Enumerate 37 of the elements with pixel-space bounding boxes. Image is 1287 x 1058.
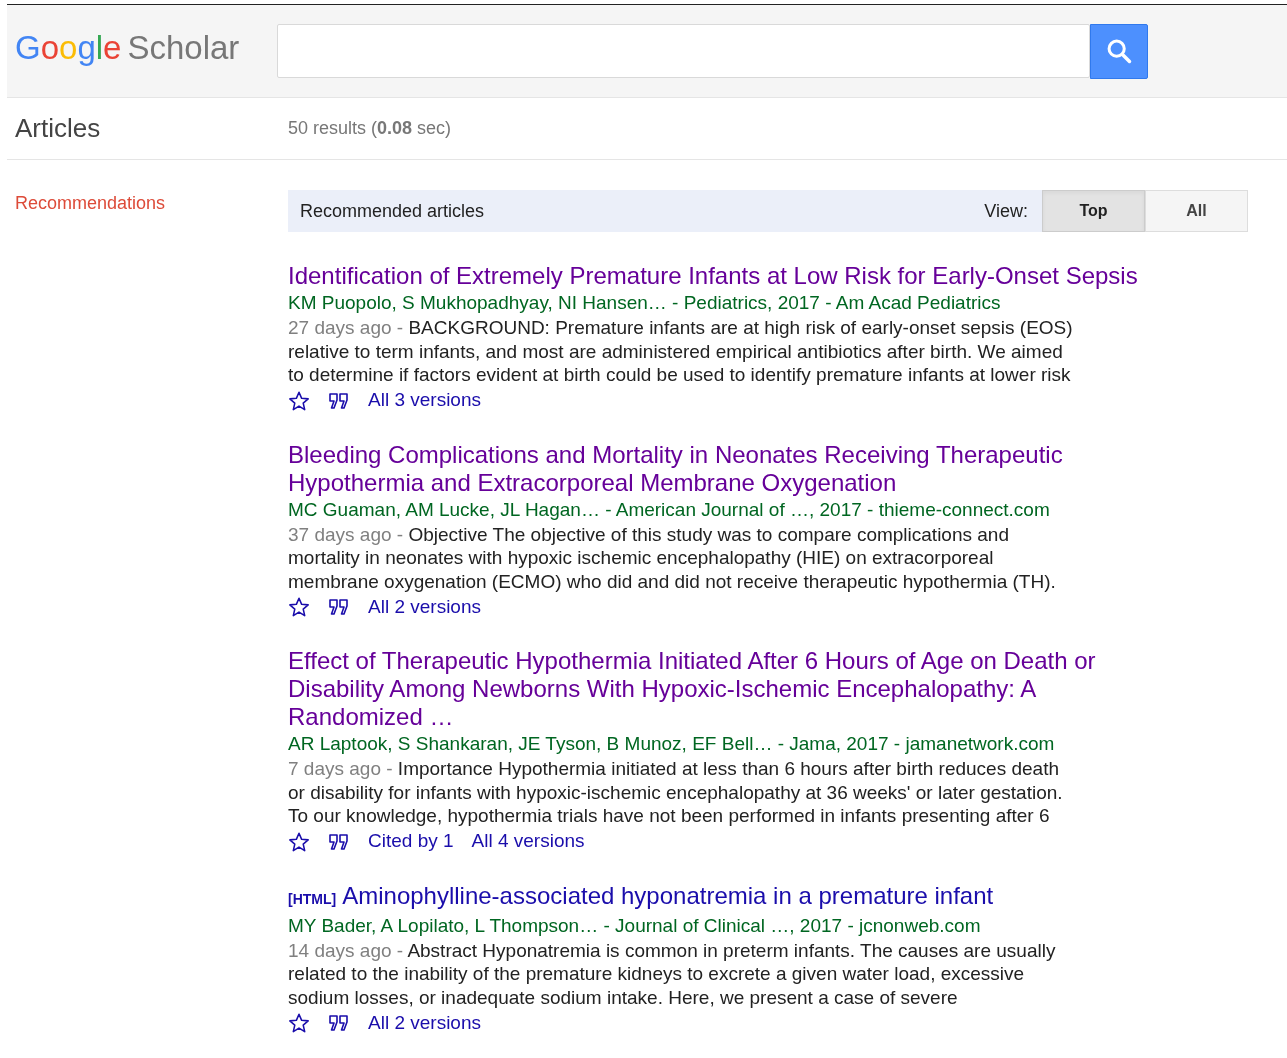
quote-icon[interactable]	[328, 832, 350, 851]
article-link[interactable]: All 2 versions	[368, 1008, 481, 1038]
results-count: 50 results (0.08 sec)	[288, 117, 452, 140]
article-byline: KM Puopolo, S Mukhopadhyay, NI Hansen… - Pediatrics, 2017 - Am Acad Pediatrics	[288, 291, 1001, 315]
search-icon	[1105, 37, 1133, 65]
article-link[interactable]: All 2 versions	[368, 592, 481, 622]
article-link[interactable]: Cited by 1	[368, 827, 454, 856]
quote-icon[interactable]	[328, 391, 350, 410]
article-byline: AR Laptook, S Shankaran, JE Tyson, B Munoz, EF Bell… - Jama, 2017 - jamanetwork.com	[288, 732, 1055, 756]
recommended-heading: Recommended articles	[300, 199, 486, 223]
view-label: View:	[984, 199, 1028, 223]
article-link[interactable]: All 3 versions	[368, 386, 481, 415]
section-title: Articles	[14, 112, 102, 145]
quote-icon[interactable]	[328, 598, 350, 616]
article-snippet: 37 days ago - Objective The objective of this study was to compare complications and mortality in neonates with hypoxic ischemic encephalopathy (HIE) on extracorporeal membrane oxygenation (ECMO) who did and did not receive therapeutic hypothermia (TH).	[288, 522, 1057, 593]
sidebar-link[interactable]: Recommendations	[15, 190, 288, 217]
star-icon[interactable]	[288, 1012, 310, 1034]
star-icon[interactable]	[288, 596, 310, 618]
star-icon[interactable]	[288, 830, 310, 853]
logo[interactable]: Google Scholar	[7, 30, 277, 64]
view-toggle[interactable]: Top	[1042, 190, 1145, 232]
article-link[interactable]: All 4 versions	[471, 827, 585, 856]
article-snippet: 14 days ago - Abstract Hyponatremia is common in preterm infants. The causes are usually related to the inability of the premature kidneys to excrete a given water load, excessive sodium losses, or inadequate sodium intake. Here, we present a case of severe	[288, 938, 1057, 1009]
quote-icon[interactable]	[328, 1014, 350, 1032]
article-snippet: 27 days ago - BACKGROUND: Premature infants are at high risk of early-onset sepsis (EOS) relative to term infants, and most are administered empirical antibiotics after birth. We aimed to determine if factors evident at birth could be used to identify premature infants at lower risk	[288, 316, 1074, 387]
search-field[interactable]	[277, 24, 1090, 78]
article-title-link[interactable]: Identification of Extremely Premature Infants at Low Risk for Early-Onset Sepsis	[288, 262, 1138, 290]
search-button[interactable]	[1090, 23, 1148, 79]
article-title-link[interactable]: Aminophylline-associated hyponatremia in a premature infant	[342, 881, 994, 910]
article-title-link[interactable]: Bleeding Complications and Mortality in Neonates Receiving Therapeutic Hypothermia and Extracorporeal Membrane Oxygenation	[288, 440, 1168, 497]
article-title-link[interactable]: Effect of Therapeutic Hypothermia Initiated After 6 Hours of Age on Death or Disability Among Newborns With Hypoxic-Ischemic Encephalopathy: A Randomized …	[288, 647, 1168, 731]
star-icon[interactable]	[288, 389, 310, 412]
view-toggle[interactable]: All	[1145, 190, 1248, 232]
article-byline: MC Guaman, AM Lucke, JL Hagan… - American Journal of …, 2017 - thieme-connect.com	[288, 497, 1050, 522]
article-byline: MY Bader, A Lopilato, L Thompson… - Journal of Clinical …, 2017 - jcnonweb.com	[288, 913, 981, 938]
format-tag: [HTML]	[288, 884, 337, 913]
article-snippet: 7 days ago - Importance Hypothermia initiated at less than 6 hours after birth reduces death or disability for infants with hypoxic-ischemic encephalopathy at 36 weeks' or later gestation. To our knowledge, hypothermia trials have not been performed in infants presenting after 6	[288, 757, 1064, 828]
